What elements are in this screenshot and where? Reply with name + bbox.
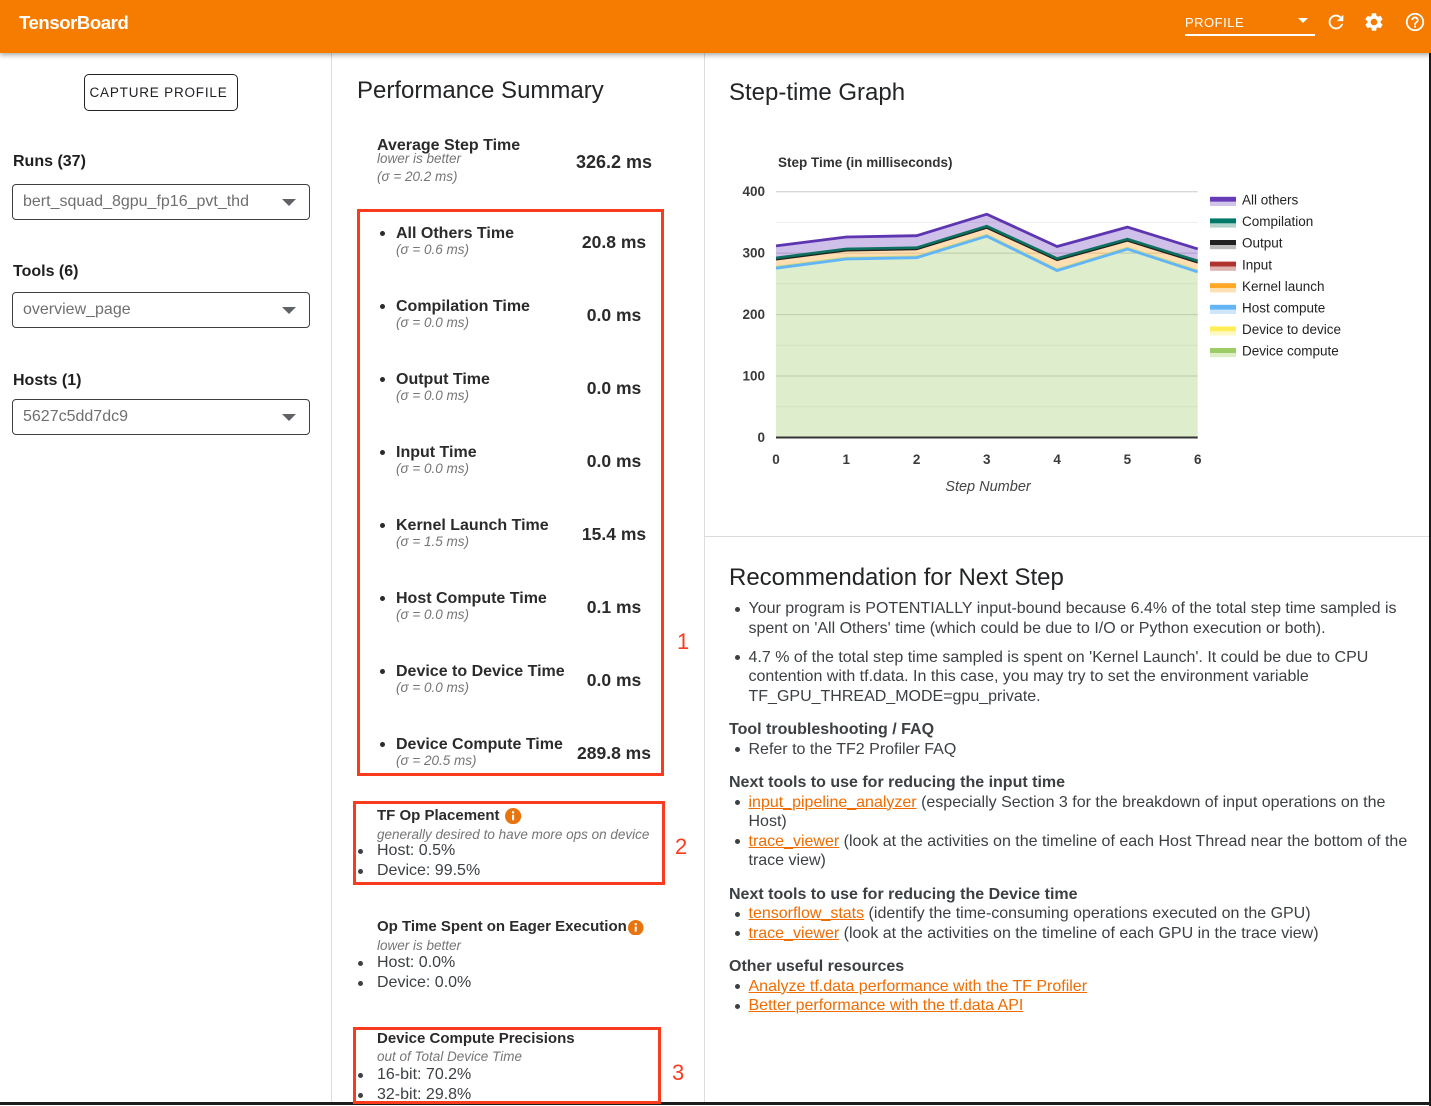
- svg-text:200: 200: [742, 307, 765, 322]
- svg-text:1: 1: [843, 452, 851, 467]
- svg-text:0: 0: [772, 452, 780, 467]
- svg-text:Compilation: Compilation: [1242, 214, 1313, 229]
- svg-text:4: 4: [1053, 452, 1061, 467]
- svg-text:Step Number: Step Number: [945, 479, 1032, 495]
- svg-text:Device compute: Device compute: [1242, 344, 1339, 359]
- svg-text:300: 300: [742, 246, 765, 261]
- svg-text:All others: All others: [1242, 193, 1299, 208]
- svg-text:Input: Input: [1242, 257, 1272, 272]
- svg-text:Device to device: Device to device: [1242, 322, 1341, 337]
- svg-text:Kernel launch: Kernel launch: [1242, 279, 1325, 294]
- svg-text:400: 400: [742, 184, 765, 199]
- svg-text:5: 5: [1124, 452, 1132, 467]
- svg-text:6: 6: [1194, 452, 1202, 467]
- svg-text:2: 2: [913, 452, 921, 467]
- svg-text:Step Time (in milliseconds): Step Time (in milliseconds): [778, 155, 953, 170]
- svg-text:0: 0: [757, 430, 765, 445]
- svg-text:Output: Output: [1242, 236, 1283, 251]
- svg-text:100: 100: [742, 369, 765, 384]
- svg-text:3: 3: [983, 452, 991, 467]
- svg-text:Host compute: Host compute: [1242, 301, 1325, 316]
